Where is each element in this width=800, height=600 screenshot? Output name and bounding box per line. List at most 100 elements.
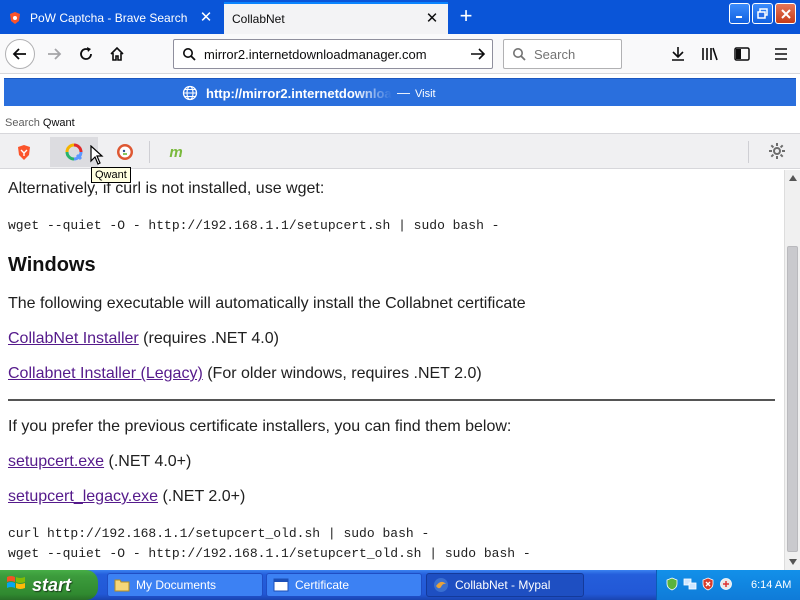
globe-icon xyxy=(182,85,198,104)
windows-heading: Windows xyxy=(8,254,96,276)
search-with-engine: Qwant xyxy=(42,117,75,129)
tab-title: CollabNet xyxy=(232,12,285,26)
taskbar-item-my-documents[interactable]: My Documents xyxy=(107,573,263,597)
collabnet-installer-note: (requires .NET 4.0) xyxy=(138,330,279,347)
setupcert-exe-link[interactable]: setupcert.exe xyxy=(8,453,104,470)
suggestion-url: http://mirror2.internetdownloadmanager.c… xyxy=(206,86,392,101)
suggestion-action: Visit xyxy=(415,88,436,100)
arrow-right-icon xyxy=(48,48,62,60)
close-window-button[interactable] xyxy=(775,3,796,24)
brave-shield-icon xyxy=(8,11,22,25)
vertical-scrollbar[interactable] xyxy=(784,170,800,570)
system-tray: 6:14 AM xyxy=(656,570,800,600)
home-button[interactable] xyxy=(102,39,132,69)
minimize-button[interactable] xyxy=(729,3,750,24)
taskbar: start My Documents Certificate CollabNet… xyxy=(0,570,800,600)
gear-icon xyxy=(769,143,785,159)
tray-network-icon[interactable] xyxy=(683,577,697,594)
taskbar-item-label: My Documents xyxy=(136,578,217,592)
collabnet-legacy-row: Collabnet Installer (Legacy) (For older … xyxy=(8,365,482,383)
collabnet-legacy-note: (For older windows, requires .NET 2.0) xyxy=(202,365,482,382)
taskbar-item-label: Certificate xyxy=(295,578,350,592)
back-button[interactable] xyxy=(5,39,35,69)
tab-bar: PoW Captcha - Brave Search ✕ CollabNet ✕… xyxy=(0,0,800,34)
url-suggestion-row[interactable]: http://mirror2.internetdownloadmanager.c… xyxy=(4,78,796,106)
clock: 6:14 AM xyxy=(751,579,792,591)
setupcert-note: (.NET 4.0+) xyxy=(104,453,192,470)
tab-collabnet[interactable]: CollabNet ✕ xyxy=(224,2,448,34)
arrow-left-icon xyxy=(12,48,26,60)
reload-button[interactable] xyxy=(71,39,101,69)
window-controls xyxy=(729,3,796,24)
mypal-browser-icon xyxy=(433,577,449,593)
folder-icon xyxy=(114,577,130,593)
qwant-icon xyxy=(65,143,83,161)
download-icon xyxy=(672,47,684,61)
suggestion-separator: — xyxy=(397,85,410,100)
search-icon xyxy=(504,47,534,61)
collabnet-installer-row: CollabNet Installer (requires .NET 4.0) xyxy=(8,330,279,348)
new-tab-button[interactable]: + xyxy=(452,4,480,30)
library-icon xyxy=(702,47,718,61)
tab-pow-captcha[interactable]: PoW Captcha - Brave Search ✕ xyxy=(0,2,222,34)
url-bar[interactable]: mirror2.internetdownloadmanager.com xyxy=(173,39,493,69)
search-icon xyxy=(174,47,204,61)
setupcert-row: setupcert.exe (.NET 4.0+) xyxy=(8,453,191,471)
close-tab-icon[interactable]: ✕ xyxy=(198,10,214,26)
maximize-button[interactable] xyxy=(752,3,773,24)
brave-search-engine-button[interactable] xyxy=(0,137,48,167)
tray-shield-icon[interactable] xyxy=(665,577,679,594)
setupcert-legacy-note: (.NET 2.0+) xyxy=(158,488,246,505)
search-bar[interactable] xyxy=(503,39,622,69)
setupcert-legacy-row: setupcert_legacy.exe (.NET 2.0+) xyxy=(8,488,245,506)
tray-app-icon[interactable] xyxy=(719,577,733,594)
tab-title: PoW Captcha - Brave Search xyxy=(30,11,188,25)
scroll-up-arrow-icon[interactable] xyxy=(785,170,800,186)
window-icon xyxy=(273,577,289,593)
wget-command: wget --quiet -O - http://192.168.1.1/set… xyxy=(8,218,500,233)
go-arrow-icon[interactable] xyxy=(464,47,492,61)
tray-security-alert-icon[interactable] xyxy=(701,577,715,594)
wget-old-command: wget --quiet -O - http://192.168.1.1/set… xyxy=(8,546,531,561)
wget-intro-text: Alternatively, if curl is not installed,… xyxy=(8,180,325,197)
duckduckgo-engine-button[interactable] xyxy=(101,137,149,167)
windows-description: The following executable will automatica… xyxy=(8,295,526,312)
horizontal-rule xyxy=(8,399,775,401)
search-settings-button[interactable] xyxy=(768,142,786,163)
engine-separator xyxy=(149,141,150,163)
scroll-down-arrow-icon[interactable] xyxy=(785,554,800,570)
scrollbar-thumb[interactable] xyxy=(787,246,798,552)
engine-separator xyxy=(748,141,749,163)
sidebar-icon xyxy=(734,47,750,61)
search-with-prefix: Search xyxy=(5,117,40,129)
mouse-cursor-icon xyxy=(90,144,104,168)
curl-old-command: curl http://192.168.1.1/setupcert_old.sh… xyxy=(8,526,430,541)
search-with-label: Search Qwant xyxy=(5,117,75,129)
search-engine-bar: m xyxy=(0,133,800,169)
previous-installers-text: If you prefer the previous certificate i… xyxy=(8,418,512,435)
mojeek-engine-button[interactable]: m xyxy=(152,137,200,167)
setupcert-legacy-exe-link[interactable]: setupcert_legacy.exe xyxy=(8,488,158,505)
start-label: start xyxy=(32,574,72,595)
mojeek-icon: m xyxy=(169,143,183,161)
search-input[interactable] xyxy=(534,46,616,62)
library-button[interactable] xyxy=(695,39,725,69)
downloads-button[interactable] xyxy=(663,39,693,69)
hamburger-menu-icon xyxy=(775,48,787,60)
brave-lion-icon xyxy=(18,144,30,160)
navigation-toolbar: mirror2.internetdownloadmanager.com xyxy=(0,34,800,74)
url-text[interactable]: mirror2.internetdownloadmanager.com xyxy=(204,47,464,62)
home-icon xyxy=(110,46,124,61)
forward-button[interactable] xyxy=(39,39,69,69)
collabnet-legacy-link[interactable]: Collabnet Installer (Legacy) xyxy=(8,365,203,382)
taskbar-item-certificate[interactable]: Certificate xyxy=(266,573,422,597)
sidebar-button[interactable] xyxy=(727,39,757,69)
reload-icon xyxy=(80,47,92,60)
page-content: Alternatively, if curl is not installed,… xyxy=(0,170,784,570)
collabnet-installer-link[interactable]: CollabNet Installer xyxy=(8,330,139,347)
taskbar-item-collabnet-mypal[interactable]: CollabNet - Mypal xyxy=(426,573,584,597)
tooltip: Qwant xyxy=(91,167,131,183)
menu-button[interactable] xyxy=(766,39,796,69)
close-tab-icon[interactable]: ✕ xyxy=(424,11,440,27)
start-button[interactable]: start xyxy=(0,570,98,600)
